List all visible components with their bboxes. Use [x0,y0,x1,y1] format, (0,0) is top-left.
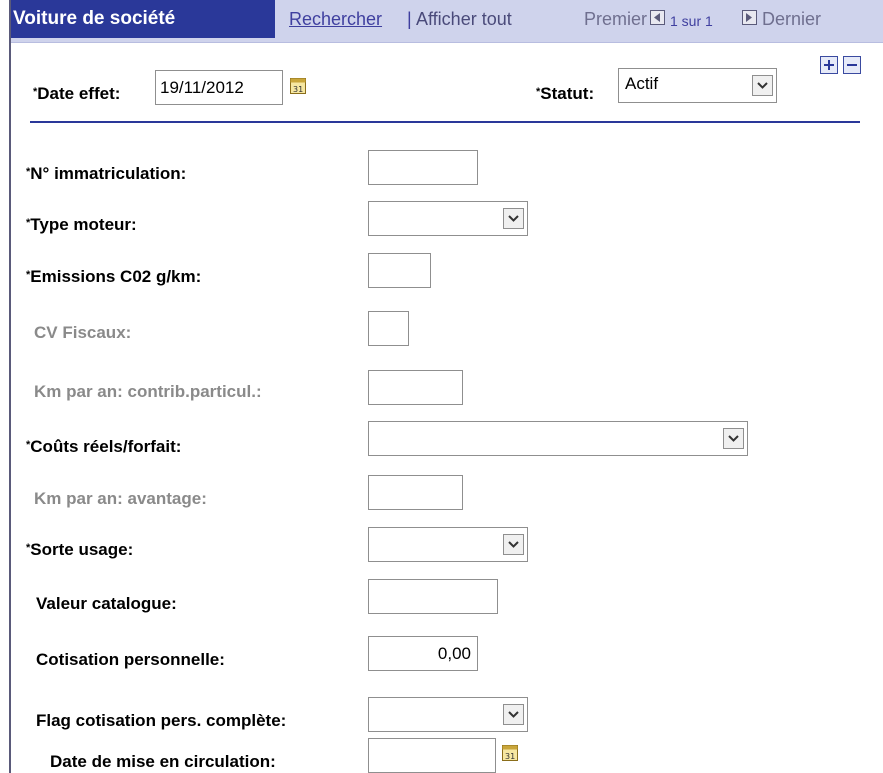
statut-select[interactable]: Actif [618,68,777,103]
km-avantage-label: Km par an: avantage: [34,489,207,508]
first-link[interactable]: Premier [584,9,647,30]
valeur-catalogue-input[interactable] [368,579,498,614]
emissions-label: *Emissions C02 g/km: [26,267,202,286]
show-all-link[interactable]: Afficher tout [416,9,512,30]
left-border [9,0,11,773]
statut-value: Actif [625,74,659,93]
svg-text:31: 31 [505,752,515,761]
emissions-input[interactable] [368,253,431,288]
last-link[interactable]: Dernier [762,9,821,30]
km-contrib-input[interactable] [368,370,463,405]
search-link[interactable]: Rechercher [289,9,382,30]
date-circulation-input[interactable] [368,738,496,773]
chevron-down-icon[interactable] [503,704,524,725]
page-indicator: 1 sur 1 [670,13,713,29]
cotisation-label: Cotisation personnelle: [36,650,225,669]
type-moteur-label: *Type moteur: [26,215,137,234]
date-circulation-label: Date de mise en circulation: [50,752,276,771]
sorte-usage-select[interactable] [368,527,528,562]
calendar-icon[interactable]: 31 [502,745,518,766]
cv-fiscaux-input[interactable] [368,311,409,346]
chevron-down-icon[interactable] [503,534,524,555]
type-moteur-select[interactable] [368,201,528,236]
chevron-down-icon[interactable] [723,428,744,449]
chevron-down-icon[interactable] [503,208,524,229]
immatriculation-label: *N° immatriculation: [26,164,187,183]
km-avantage-input[interactable] [368,475,463,510]
couts-select[interactable] [368,421,748,456]
statut-label: *Statut: [536,84,595,103]
add-row-button[interactable] [820,56,838,74]
cotisation-input[interactable]: 0,00 [368,636,478,671]
immatriculation-input[interactable] [368,150,478,185]
sorte-usage-label: *Sorte usage: [26,540,134,559]
cv-fiscaux-label: CV Fiscaux: [34,323,132,342]
header-separator: | [407,9,412,29]
km-contrib-label: Km par an: contrib.particul.: [34,382,262,401]
calendar-icon[interactable]: 31 [290,78,306,99]
svg-text:31: 31 [293,85,303,94]
date-effet-label: *Date effet: [33,84,121,103]
valeur-catalogue-label: Valeur catalogue: [36,594,177,613]
flag-cotisation-select[interactable] [368,697,528,732]
section-divider [30,121,860,123]
date-effet-input[interactable]: 19/11/2012 [155,70,283,105]
delete-row-button[interactable] [843,56,861,74]
couts-label: *Coûts réels/forfait: [26,437,182,456]
next-arrow-icon[interactable] [742,10,757,25]
chevron-down-icon[interactable] [752,75,773,96]
flag-cotisation-label: Flag cotisation pers. complète: [36,711,287,730]
prev-arrow-icon[interactable] [650,10,665,25]
section-title: Voiture de société [11,0,275,38]
